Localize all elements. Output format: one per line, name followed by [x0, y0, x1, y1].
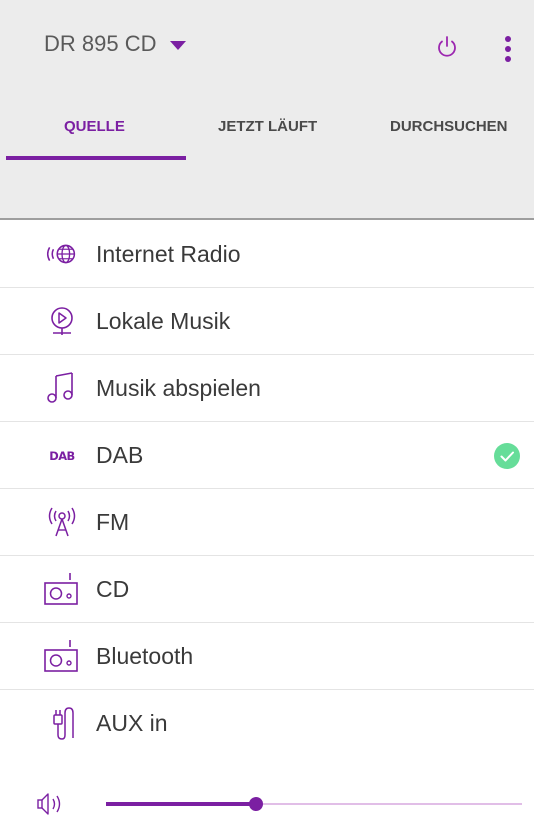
volume-slider[interactable]	[106, 790, 522, 818]
source-label: FM	[96, 508, 130, 535]
internet-radio-icon	[42, 237, 82, 271]
bluetooth-radio-icon	[42, 639, 82, 673]
tab-durchsuchen[interactable]: DURCHSUCHEN	[390, 118, 508, 135]
dab-icon: DAB	[42, 438, 82, 472]
source-list: Internet Radio Lokale Musik Musik abspie…	[0, 221, 534, 756]
source-label: Lokale Musik	[96, 307, 231, 334]
local-music-icon	[42, 304, 82, 338]
source-label: CD	[96, 575, 130, 602]
source-label: DAB	[96, 441, 144, 468]
source-item-cd[interactable]: CD	[0, 556, 534, 623]
tab-jetzt-laeuft[interactable]: JETZT LÄUFT	[218, 118, 317, 135]
svg-text:DAB: DAB	[49, 449, 75, 463]
source-item-internet-radio[interactable]: Internet Radio	[0, 221, 534, 288]
volume-thumb[interactable]	[249, 797, 263, 811]
source-item-bluetooth[interactable]: Bluetooth	[0, 623, 534, 690]
aux-plug-icon	[42, 706, 82, 740]
more-vert-icon[interactable]	[498, 34, 518, 64]
source-item-dab[interactable]: DAB DAB	[0, 422, 534, 489]
volume-icon	[37, 793, 61, 815]
power-icon[interactable]	[434, 34, 460, 60]
top-app-bar: DR 895 CD	[0, 0, 534, 92]
fm-antenna-icon	[42, 505, 82, 539]
tab-quelle[interactable]: QUELLE	[64, 118, 125, 135]
device-selector[interactable]: DR 895 CD	[44, 31, 187, 57]
volume-fill	[106, 802, 256, 806]
source-label: AUX in	[96, 709, 168, 736]
selected-check-icon	[494, 443, 520, 469]
volume-bar	[0, 790, 534, 829]
source-label: Musik abspielen	[96, 374, 261, 401]
source-label: Internet Radio	[96, 240, 241, 267]
tab-bar: QUELLE JETZT LÄUFT DURCHSUCHEN	[0, 92, 534, 220]
active-tab-indicator	[6, 156, 186, 160]
caret-down-icon	[170, 40, 187, 50]
device-name: DR 895 CD	[44, 31, 157, 56]
source-item-aux-in[interactable]: AUX in	[0, 690, 534, 756]
source-item-lokale-musik[interactable]: Lokale Musik	[0, 288, 534, 355]
source-label: Bluetooth	[96, 642, 194, 669]
cd-radio-icon	[42, 572, 82, 606]
source-item-musik-abspielen[interactable]: Musik abspielen	[0, 355, 534, 422]
music-note-icon	[42, 371, 82, 405]
source-item-fm[interactable]: FM	[0, 489, 534, 556]
